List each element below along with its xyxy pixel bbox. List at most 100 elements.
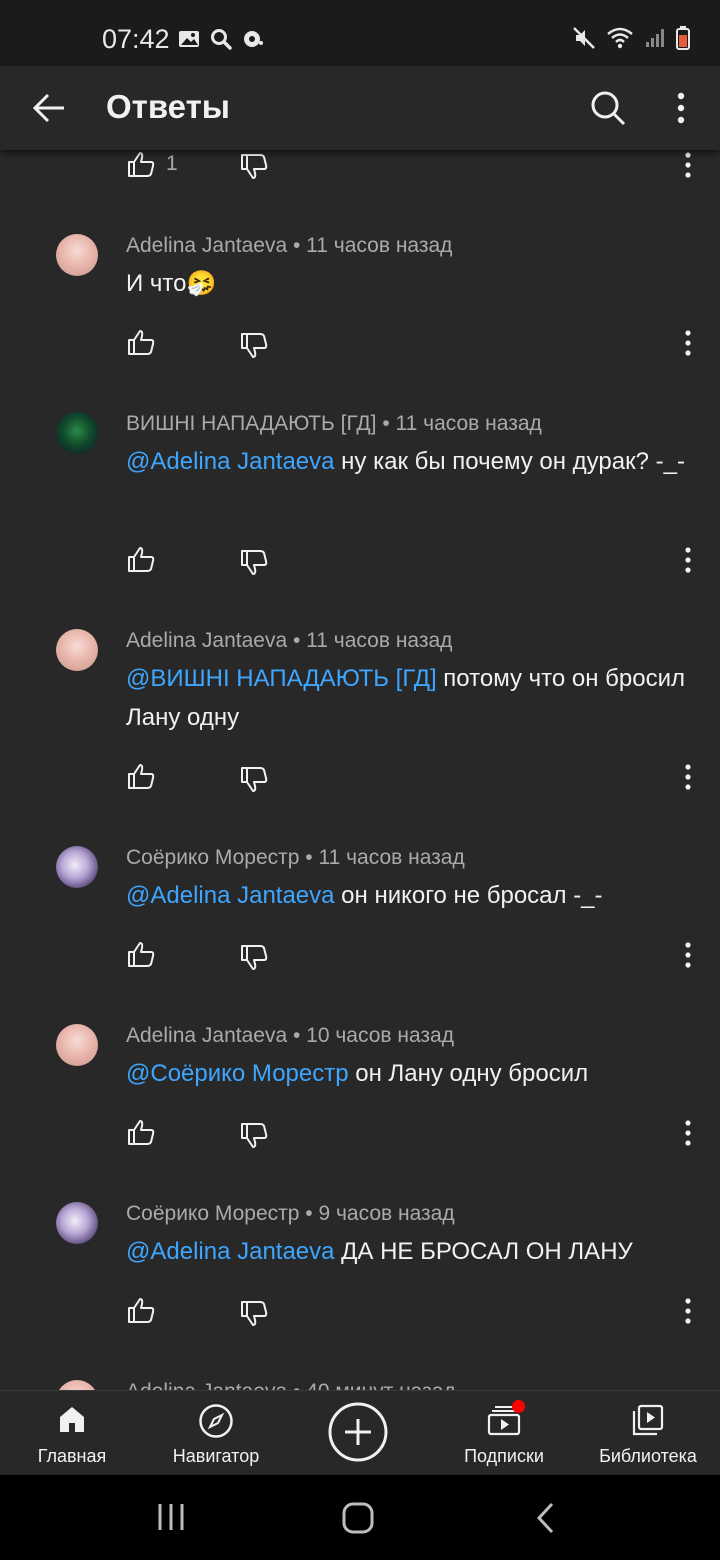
comment-time: 10 часов назад (306, 1024, 454, 1047)
nav-home-label: Главная (37, 1446, 107, 1466)
comment-time: 40 минут назад (306, 1380, 456, 1390)
dislike-icon[interactable] (240, 549, 268, 577)
search-icon[interactable] (588, 88, 628, 128)
like-icon[interactable] (127, 328, 155, 356)
comment-meta: Adelina Jantaeva • 11 часов назад (126, 234, 452, 258)
avatar[interactable] (56, 1380, 98, 1390)
meta-separator: • (287, 629, 307, 652)
avatar[interactable] (56, 234, 98, 276)
nav-explore-label: Навигатор (172, 1446, 260, 1466)
comment-mention[interactable]: @ВИШНІ НАПАДАЮТЬ [ГД] (126, 665, 437, 692)
avatar[interactable] (56, 846, 98, 888)
meta-separator: • (287, 1024, 307, 1047)
dislike-icon[interactable] (240, 944, 268, 972)
avatar[interactable] (56, 412, 98, 454)
comment-time: 11 часов назад (395, 412, 542, 435)
avatar[interactable] (56, 1024, 98, 1066)
home-icon (60, 1407, 84, 1432)
comment-author[interactable]: Соёрико Морестр (126, 846, 299, 869)
dislike-icon[interactable] (240, 1300, 268, 1328)
like-icon[interactable] (127, 150, 155, 178)
meta-separator: • (299, 846, 319, 869)
dislike-icon[interactable] (240, 332, 268, 360)
comment-time: 11 часов назад (306, 234, 453, 257)
library-icon (632, 1404, 664, 1436)
comment-more-icon[interactable] (678, 1118, 698, 1148)
like-icon[interactable] (127, 545, 155, 573)
comment-text: @ВИШНІ НАПАДАЮТЬ [ГД] потому что он брос… (126, 659, 686, 737)
comment-more-icon[interactable] (678, 1296, 698, 1326)
comment-author[interactable]: Adelina Jantaeva (126, 629, 287, 652)
comment-more-icon[interactable] (678, 545, 698, 575)
like-icon[interactable] (127, 1296, 155, 1324)
like-icon[interactable] (127, 1118, 155, 1146)
like-count: 1 (166, 152, 178, 175)
comment-author[interactable]: Соёрико Морестр (126, 1202, 299, 1225)
comment-time: 11 часов назад (318, 846, 465, 869)
comment-text: @Adelina Jantaeva ну как бы почему он ду… (126, 442, 686, 481)
comment-mention[interactable]: @Adelina Jantaeva (126, 448, 335, 475)
search-notification-icon (211, 29, 232, 50)
app-notification-icon (244, 31, 263, 47)
nav-subscriptions[interactable]: Подписки (432, 1391, 576, 1475)
signal-icon (646, 29, 664, 47)
comment-time: 11 часов назад (306, 629, 453, 652)
nav-subscriptions-label: Подписки (464, 1446, 544, 1466)
meta-separator: • (287, 234, 307, 257)
more-options-icon[interactable] (666, 88, 696, 128)
meta-separator: • (299, 1202, 319, 1225)
comment-more-icon[interactable] (678, 150, 698, 180)
dislike-icon[interactable] (240, 153, 268, 181)
comment-body: он никого не бросал -_- (334, 882, 603, 909)
comment-text: @Adelina Jantaeva ДА НЕ БРОСАЛ ОН ЛАНУ (126, 1232, 686, 1271)
home-button-icon[interactable] (341, 1501, 375, 1535)
meta-separator: • (376, 412, 396, 435)
avatar[interactable] (56, 629, 98, 671)
recents-icon[interactable] (155, 1501, 187, 1533)
comment-more-icon[interactable] (678, 328, 698, 358)
comment-meta: Соёрико Морестр • 11 часов назад (126, 846, 465, 870)
comment-meta: Adelina Jantaeva • 11 часов назад (126, 629, 452, 653)
nav-home[interactable]: Главная (0, 1391, 144, 1475)
dislike-icon[interactable] (240, 766, 268, 794)
comment-body: ДА НЕ БРОСАЛ ОН ЛАНУ (334, 1238, 633, 1265)
comment-time: 9 часов назад (318, 1202, 455, 1225)
comment-author[interactable]: ВИШНІ НАПАДАЮТЬ [ГД] (126, 412, 376, 435)
avatar[interactable] (56, 1202, 98, 1244)
comment-author[interactable]: Adelina Jantaeva (126, 1024, 287, 1047)
like-icon[interactable] (127, 762, 155, 790)
mute-icon (573, 27, 595, 49)
compass-icon (199, 1404, 233, 1438)
system-navigation-bar (0, 1474, 720, 1560)
meta-separator: • (287, 1380, 306, 1390)
comment-meta: ВИШНІ НАПАДАЮТЬ [ГД] • 11 часов назад (126, 412, 542, 436)
comment-meta: Adelina Jantaeva • 10 часов назад (126, 1024, 454, 1048)
status-time: 07:42 (102, 24, 170, 54)
system-back-icon[interactable] (534, 1501, 558, 1535)
comment-text: И что🤧 (126, 264, 686, 303)
nav-library[interactable]: Библиотека (576, 1391, 720, 1475)
comment-author[interactable]: Adelina Jantaeva (126, 1380, 287, 1390)
bottom-navigation: Главная Навигатор Подписки Библиотека (0, 1390, 720, 1475)
comment-mention[interactable]: @Соёрико Морестр (126, 1060, 349, 1087)
nav-explore[interactable]: Навигатор (144, 1391, 288, 1475)
comment-mention[interactable]: @Adelina Jantaeva (126, 882, 335, 909)
comment-more-icon[interactable] (678, 940, 698, 970)
comment-body: ну как бы почему он дурак? -_- (334, 448, 685, 475)
create-plus-icon[interactable] (328, 1402, 388, 1462)
page-title: Ответы (106, 88, 230, 125)
battery-icon (676, 26, 690, 50)
comment-meta: Adelina Jantaeva • 40 минут назад (126, 1380, 456, 1390)
notification-dot (512, 1400, 525, 1413)
dislike-icon[interactable] (240, 1122, 268, 1150)
comment-author[interactable]: Adelina Jantaeva (126, 234, 287, 257)
comment-mention[interactable]: @Adelina Jantaeva (126, 1238, 335, 1265)
comment-body: он Лану одну бросил (348, 1060, 589, 1087)
like-icon[interactable] (127, 940, 155, 968)
back-arrow-icon[interactable] (30, 88, 70, 128)
replies-list[interactable]: 1 Adelina Jantaeva • 11 часов назад И чт… (0, 150, 720, 1390)
comment-text: @Соёрико Морестр он Лану одну бросил (126, 1054, 686, 1093)
gallery-notification-icon (179, 31, 199, 47)
comment-more-icon[interactable] (678, 762, 698, 792)
comment-body: И что🤧 (126, 270, 217, 297)
